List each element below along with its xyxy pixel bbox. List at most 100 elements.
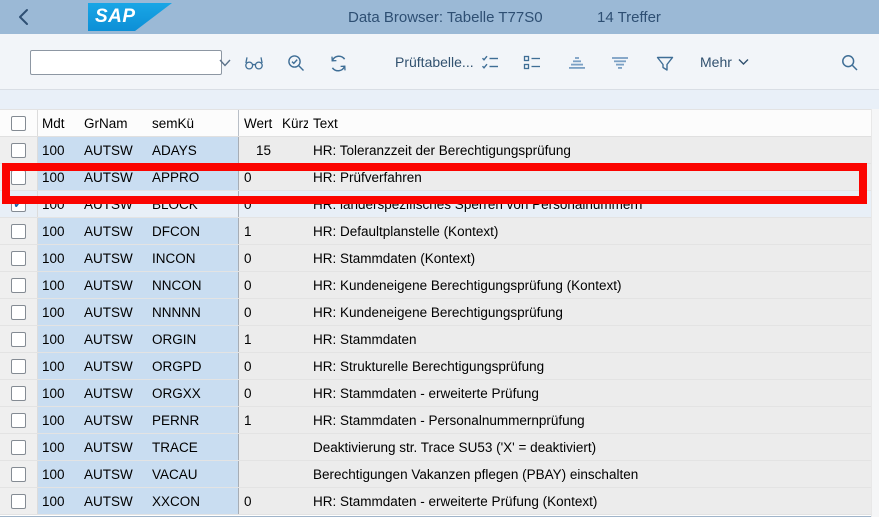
cell-kurz[interactable]	[277, 380, 308, 406]
select-columns-button[interactable]	[480, 53, 500, 73]
cell-kurz[interactable]	[277, 407, 308, 433]
cell-semku[interactable]: ORGXX	[146, 380, 238, 406]
cell-wert[interactable]: 15	[238, 137, 277, 163]
cell-kurz[interactable]	[277, 191, 308, 217]
cell-text[interactable]: HR: Stammdaten - Personalnummernprüfung	[308, 407, 879, 433]
cell-grnam[interactable]: AUTSW	[80, 218, 146, 244]
column-header-wert[interactable]: Wert	[238, 110, 277, 136]
cell-mdt[interactable]: 100	[38, 380, 80, 406]
table-row[interactable]: ✓100AUTSWNNNNN0HR: Kundeneigene Berechti…	[0, 299, 879, 326]
cell-semku[interactable]: ORGIN	[146, 326, 238, 352]
cell-wert[interactable]: 0	[238, 191, 277, 217]
cell-kurz[interactable]	[277, 245, 308, 271]
cell-semku[interactable]: TRACE	[146, 434, 238, 460]
cell-semku[interactable]: XXCON	[146, 488, 238, 514]
row-checkbox[interactable]: ✓	[11, 359, 26, 374]
cell-text[interactable]: HR: Prüfverfahren	[308, 164, 879, 190]
filter-button[interactable]	[655, 53, 675, 73]
table-row[interactable]: ✓100AUTSWDFCON1HR: Defaultplanstelle (Ko…	[0, 218, 879, 245]
command-combobox[interactable]	[30, 50, 222, 75]
cell-semku[interactable]: VACAU	[146, 461, 238, 487]
cell-semku[interactable]: NNCON	[146, 272, 238, 298]
table-row[interactable]: ✓ 100AUTSWORGXX0 HR: Stammdaten - erweiter…	[0, 380, 879, 407]
mehr-button[interactable]: Mehr	[700, 34, 749, 90]
sort-ascending-button[interactable]	[567, 53, 587, 73]
cell-text[interactable]: HR: Defaultplanstelle (Kontext)	[308, 218, 879, 244]
cell-text[interactable]: Deaktivierung str. Trace SU53 ('X' = dea…	[308, 434, 879, 460]
cell-mdt[interactable]: 100	[38, 272, 80, 298]
cell-text[interactable]: HR: Stammdaten - erweiterte Prüfung	[308, 380, 879, 406]
cell-semku[interactable]: PERNR	[146, 407, 238, 433]
cell-wert[interactable]: 0	[238, 353, 277, 379]
cell-mdt[interactable]: 100	[38, 137, 80, 163]
cell-mdt[interactable]: 100	[38, 353, 80, 379]
cell-text[interactable]: HR: Toleranzzeit der Berechtigungsprüfun…	[308, 137, 879, 163]
cell-semku[interactable]: ADAYS	[146, 137, 238, 163]
cell-text[interactable]: HR: Kundeneigene Berechtigungsprüfung (K…	[308, 272, 879, 298]
cell-wert[interactable]: 1	[238, 218, 277, 244]
table-row[interactable]: ✓100AUTSWORGPD0HR: Strukturelle Berechti…	[0, 353, 879, 380]
cell-wert[interactable]: 0	[238, 272, 277, 298]
cell-mdt[interactable]: 100	[38, 218, 80, 244]
row-checkbox[interactable]: ✓	[11, 494, 26, 509]
column-header-text[interactable]: Text	[308, 110, 879, 136]
cell-kurz[interactable]	[277, 218, 308, 244]
cell-kurz[interactable]	[277, 299, 308, 325]
row-checkbox[interactable]: ✓	[11, 332, 26, 347]
cell-text[interactable]: HR: Stammdaten	[308, 326, 879, 352]
display-button[interactable]	[244, 53, 264, 73]
table-row[interactable]: ✓100AUTSWTRACEDeaktivierung str. Trace S…	[0, 434, 879, 461]
cell-mdt[interactable]: 100	[38, 434, 80, 460]
cell-kurz[interactable]	[277, 272, 308, 298]
cell-kurz[interactable]	[277, 137, 308, 163]
check-search-button[interactable]	[286, 53, 306, 73]
cell-mdt[interactable]: 100	[38, 191, 80, 217]
cell-grnam[interactable]: AUTSW	[80, 164, 146, 190]
table-row[interactable]: ✓100AUTSWINCON0HR: Stammdaten (Kontext)	[0, 245, 879, 272]
table-row[interactable]: ✓100AUTSWVACAUBerechtigungen Vakanzen pf…	[0, 461, 879, 488]
cell-wert[interactable]: 0	[238, 380, 277, 406]
cell-kurz[interactable]	[277, 353, 308, 379]
cell-semku[interactable]: APPRO	[146, 164, 238, 190]
column-header-mdt[interactable]: Mdt	[38, 110, 80, 136]
cell-wert[interactable]: 0	[238, 488, 277, 514]
row-checkbox[interactable]: ✓	[11, 278, 26, 293]
cell-wert[interactable]: 0	[238, 164, 277, 190]
cell-semku[interactable]: NNNNN	[146, 299, 238, 325]
cell-grnam[interactable]: AUTSW	[80, 380, 146, 406]
cell-wert[interactable]: 1	[238, 326, 277, 352]
cell-grnam[interactable]: AUTSW	[80, 137, 146, 163]
cell-semku[interactable]: INCON	[146, 245, 238, 271]
row-checkbox[interactable]: ✓	[11, 197, 26, 212]
pruftabelle-button[interactable]: Prüftabelle...	[395, 34, 474, 90]
cell-mdt[interactable]: 100	[38, 461, 80, 487]
cell-grnam[interactable]: AUTSW	[80, 272, 146, 298]
item-list-button[interactable]	[522, 53, 542, 73]
cell-mdt[interactable]: 100	[38, 245, 80, 271]
row-checkbox[interactable]: ✓	[11, 386, 26, 401]
cell-semku[interactable]: ORGPD	[146, 353, 238, 379]
back-button[interactable]	[12, 7, 34, 27]
cell-grnam[interactable]: AUTSW	[80, 407, 146, 433]
cell-kurz[interactable]	[277, 434, 308, 460]
cell-semku[interactable]: DFCON	[146, 218, 238, 244]
cell-wert[interactable]	[238, 461, 277, 487]
cell-grnam[interactable]: AUTSW	[80, 191, 146, 217]
cell-mdt[interactable]: 100	[38, 164, 80, 190]
cell-kurz[interactable]	[277, 164, 308, 190]
cell-mdt[interactable]: 100	[38, 326, 80, 352]
table-row[interactable]: ✓100AUTSWXXCON0HR: Stammdaten - erweiter…	[0, 488, 879, 515]
cell-grnam[interactable]: AUTSW	[80, 353, 146, 379]
table-row[interactable]: ✓ 100AUTSWORGIN1 HR: Stammdaten	[0, 326, 879, 353]
select-all-checkbox[interactable]: ✓	[11, 116, 26, 131]
cell-kurz[interactable]	[277, 461, 308, 487]
row-checkbox[interactable]: ✓	[11, 467, 26, 482]
column-header-kurz[interactable]: Kürz.	[277, 110, 308, 136]
row-checkbox[interactable]: ✓	[11, 251, 26, 266]
cell-wert[interactable]: 0	[238, 245, 277, 271]
search-button[interactable]	[840, 53, 860, 73]
cell-grnam[interactable]: AUTSW	[80, 461, 146, 487]
cell-grnam[interactable]: AUTSW	[80, 245, 146, 271]
cell-grnam[interactable]: AUTSW	[80, 326, 146, 352]
cell-wert[interactable]	[238, 434, 277, 460]
